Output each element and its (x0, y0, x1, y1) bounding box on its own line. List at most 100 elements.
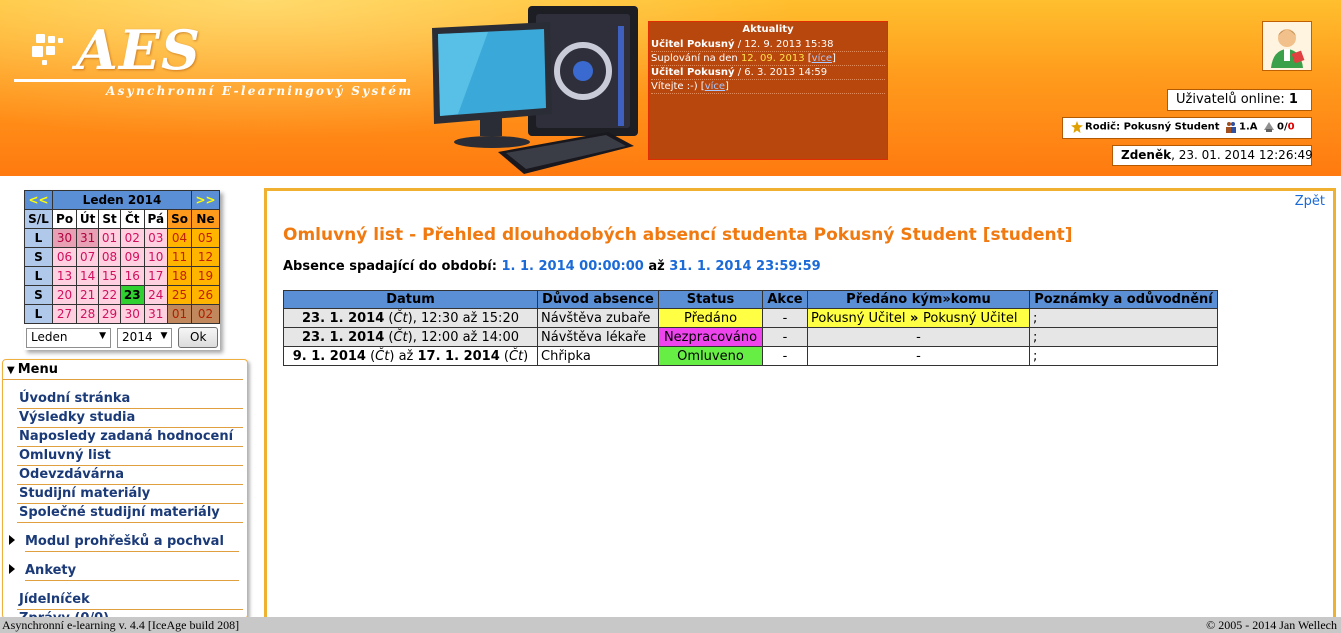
menu-group-ankety[interactable]: Ankety (3, 562, 247, 581)
calendar-day[interactable]: 08 (98, 247, 121, 267)
calendar-day[interactable]: 07 (76, 247, 100, 267)
cell-notes: ; (1029, 327, 1218, 347)
calendar-day[interactable]: 05 (191, 228, 220, 248)
news-panel: Aktuality Učitel Pokusný / 12. 9. 2013 1… (648, 21, 888, 160)
calendar-day[interactable]: 03 (143, 228, 169, 248)
calendar-header-row: S/L Po Út St Čt Pá So Ne (24, 209, 220, 229)
calendar-day[interactable]: 01 (98, 228, 121, 248)
calendar-day[interactable]: 11 (167, 247, 192, 267)
menu-group-prohresky[interactable]: Modul prohřešků a pochval (3, 533, 247, 552)
calendar-day[interactable]: 19 (191, 266, 220, 286)
menu-item-spolecne-studijni-materialy[interactable]: Společné studijní materiály (17, 504, 243, 523)
calendar-ok-button[interactable]: Ok (178, 327, 218, 348)
page-title: Omluvný list - Přehled dlouhodobých abse… (283, 225, 1073, 245)
column-header-duvod: Důvod absence (537, 290, 659, 309)
cell-action[interactable]: - (762, 308, 808, 328)
user-avatar-icon[interactable] (1262, 21, 1312, 71)
users-online-label: Uživatelů online: (1176, 92, 1285, 107)
column-header-akce: Akce (762, 290, 808, 309)
menu-item-jidelnicek[interactable]: Jídelníček (17, 591, 243, 610)
menu-item-naposledy-zadana-hodnoceni[interactable]: Naposledy zadaná hodnocení (17, 428, 243, 447)
calendar-day[interactable]: 16 (119, 266, 145, 286)
calendar-day[interactable]: 26 (191, 285, 220, 305)
messages-read-count[interactable]: 0/ (1277, 122, 1288, 133)
news-author[interactable]: Učitel Pokusný (651, 67, 735, 78)
month-select[interactable]: Leden ▼ (26, 327, 112, 348)
calendar-week-row: L 30 31 01 02 03 04 05 (24, 228, 220, 248)
calendar-day[interactable]: 02 (119, 228, 145, 248)
calendar-week-row: S 06 07 08 09 10 11 12 (24, 247, 220, 267)
calendar-day[interactable]: 30 (51, 228, 78, 248)
calendar-prev-button[interactable]: << (24, 190, 53, 210)
messages-unread-count[interactable]: 0 (1288, 122, 1295, 133)
news-text: Suplování na den (651, 53, 741, 64)
menu-item-omluvny-list[interactable]: Omluvný list (17, 447, 243, 466)
calendar-day[interactable]: 22 (98, 285, 121, 305)
news-item: Učitel Pokusný / 6. 3. 2013 14:59 (651, 66, 885, 80)
calendar-day[interactable]: 29 (98, 304, 121, 324)
news-highlight-date: 12. 09. 2013 (740, 53, 805, 64)
calendar-day[interactable]: 31 (143, 304, 169, 324)
calendar-day[interactable]: 27 (51, 304, 78, 324)
calendar-next-button[interactable]: >> (191, 190, 220, 210)
logo-squares-icon (30, 32, 70, 72)
calendar-week-type: L (24, 228, 53, 248)
messages-icon[interactable] (1263, 121, 1275, 133)
calendar-header-cell: St (98, 209, 121, 229)
calendar-day[interactable]: 14 (76, 266, 100, 286)
cell-action[interactable]: - (762, 346, 808, 366)
triangle-down-icon: ▼ (7, 365, 15, 376)
current-datetime: , 23. 01. 2014 12:26:49 (1171, 148, 1313, 162)
calendar-day[interactable]: 10 (143, 247, 169, 267)
class-name[interactable]: 1.A (1239, 122, 1258, 133)
cell-date: 9. 1. 2014 (Čt) až 17. 1. 2014 (Čt) (283, 346, 538, 366)
news-more-link[interactable]: více (705, 81, 725, 92)
calendar-week-row: L 13 14 15 16 17 18 19 (24, 266, 220, 286)
menu-item-studijni-materialy[interactable]: Studijní materiály (17, 485, 243, 504)
calendar-day[interactable]: 12 (191, 247, 220, 267)
calendar-day[interactable]: 04 (167, 228, 192, 248)
calendar-day[interactable]: 21 (76, 285, 100, 305)
table-row: 23. 1. 2014 (Čt), 12:00 až 14:00 Návštěv… (283, 327, 1218, 347)
cell-notes: ; (1029, 346, 1218, 366)
calendar-day[interactable]: 09 (119, 247, 145, 267)
calendar-day-today[interactable]: 23 (119, 285, 145, 305)
period-from: 1. 1. 2014 00:00:00 (501, 259, 644, 274)
cell-handed: Pokusný Učitel » Pokusný Učitel (807, 308, 1030, 328)
role-label: Rodič: (1085, 121, 1121, 133)
calendar-day[interactable]: 20 (51, 285, 78, 305)
menu-header[interactable]: ▼ Menu (3, 360, 243, 380)
period-to: 31. 1. 2014 23:59:59 (669, 259, 821, 274)
menu-group-label: Modul prohřešků a pochval (25, 533, 239, 552)
calendar-day[interactable]: 28 (76, 304, 100, 324)
calendar-day[interactable]: 02 (191, 304, 220, 324)
cell-reason: Návštěva zubaře (537, 308, 659, 328)
year-select[interactable]: 2014 ▼ (117, 327, 173, 348)
calendar-day[interactable]: 30 (119, 304, 145, 324)
menu-item-vysledky-studia[interactable]: Výsledky studia (17, 409, 243, 428)
calendar-day[interactable]: 17 (143, 266, 169, 286)
news-author[interactable]: Učitel Pokusný (651, 39, 735, 50)
calendar-day[interactable]: 01 (167, 304, 192, 324)
cell-status: Nezpracováno (658, 327, 763, 347)
calendar-day[interactable]: 06 (51, 247, 78, 267)
calendar-day[interactable]: 13 (51, 266, 78, 286)
calendar-day[interactable]: 24 (143, 285, 169, 305)
cell-action[interactable]: - (762, 327, 808, 347)
menu-item-uvodni-stranka[interactable]: Úvodní stránka (17, 390, 243, 409)
footer-copyright: © 2005 - 2014 Jan Wellech (1206, 618, 1337, 632)
calendar-day[interactable]: 15 (98, 266, 121, 286)
news-more-link[interactable]: více (812, 53, 832, 64)
menu-item-odevzdavarna[interactable]: Odevzdávárna (17, 466, 243, 485)
news-item: Učitel Pokusný / 12. 9. 2013 15:38 (651, 38, 885, 52)
calendar-day[interactable]: 18 (167, 266, 192, 286)
cell-date: 23. 1. 2014 (Čt), 12:00 až 14:00 (283, 327, 538, 347)
star-user-icon (1071, 121, 1083, 133)
chevron-down-icon: ▼ (99, 330, 107, 341)
date-time-box: Zdeněk, 23. 01. 2014 12:26:49 (1112, 145, 1313, 166)
role-name[interactable]: Pokusný Student (1124, 122, 1220, 133)
back-link[interactable]: Zpět (1295, 194, 1325, 209)
calendar-day[interactable]: 25 (167, 285, 192, 305)
period-to-word: až (648, 259, 665, 274)
calendar-day[interactable]: 31 (76, 228, 100, 248)
